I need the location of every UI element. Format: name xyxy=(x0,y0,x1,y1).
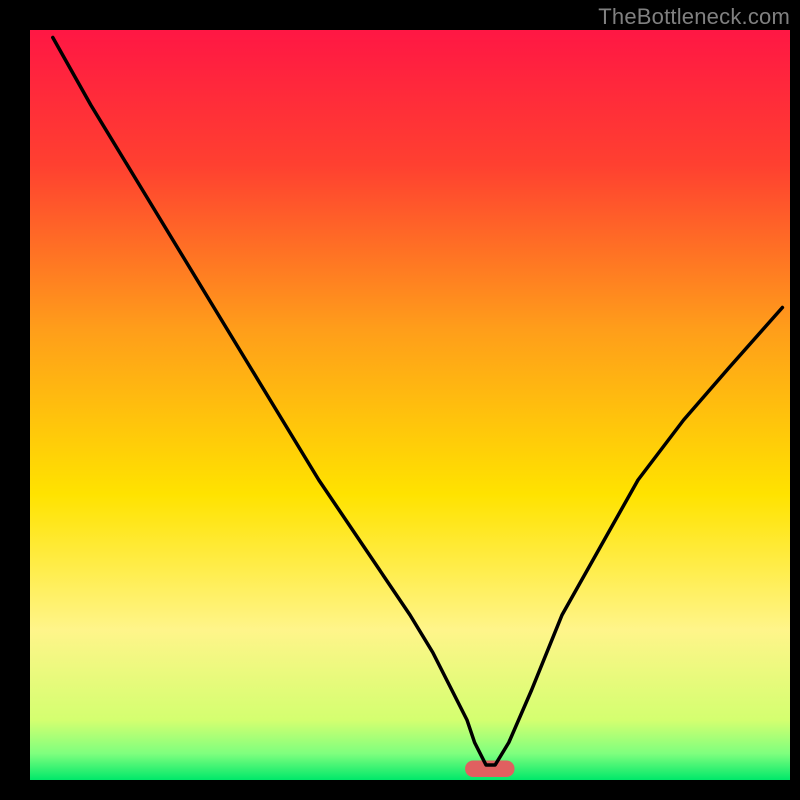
watermark-text: TheBottleneck.com xyxy=(598,4,790,30)
gradient-background xyxy=(30,30,790,780)
optimal-marker xyxy=(465,761,514,778)
chart-svg xyxy=(30,30,790,780)
plot-area xyxy=(30,30,790,780)
chart-frame: TheBottleneck.com xyxy=(0,0,800,800)
